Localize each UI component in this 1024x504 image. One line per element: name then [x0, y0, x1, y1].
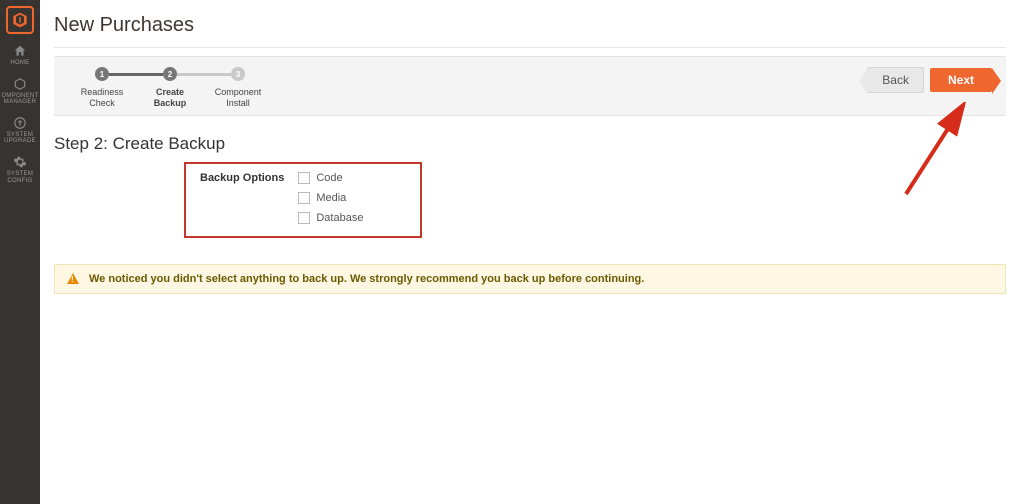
option-label: Media — [316, 192, 346, 204]
step-label: Component Install — [204, 87, 272, 109]
step-dot: 3 — [231, 67, 245, 81]
step-label: Readiness Check — [68, 87, 136, 109]
section-title: Step 2: Create Backup — [54, 134, 1006, 154]
nav-label: SYSTEM UPGRADE — [4, 132, 36, 145]
backup-options-list: Code Media Database — [298, 172, 363, 224]
checkbox-icon — [298, 212, 310, 224]
page-title: New Purchases — [54, 14, 1006, 37]
warning-banner: We noticed you didn't select anything to… — [54, 264, 1006, 294]
checkbox-icon — [298, 192, 310, 204]
divider — [54, 47, 1006, 48]
back-button[interactable]: Back — [867, 67, 924, 93]
step-label: Create Backup — [136, 87, 204, 109]
nav-home[interactable]: HOME — [10, 44, 29, 67]
backup-options-label: Backup Options — [200, 172, 284, 184]
warning-icon — [67, 273, 79, 284]
upgrade-icon — [13, 116, 27, 130]
admin-sidebar: HOME OMPONENT MANAGER SYSTEM UPGRADE SYS… — [0, 0, 40, 504]
magento-logo-icon — [12, 12, 28, 28]
backup-option-code[interactable]: Code — [298, 172, 363, 184]
step-dot: 1 — [95, 67, 109, 81]
cube-icon — [13, 77, 27, 91]
wizard-step-bar: 1 Readiness Check 2 Create Backup 3 Comp… — [54, 56, 1006, 116]
checkbox-icon — [298, 172, 310, 184]
main-content: New Purchases 1 Readiness Check 2 Create… — [40, 0, 1024, 504]
nav-label: SYSTEM CONFIG — [7, 171, 33, 184]
gear-icon — [13, 155, 27, 169]
magento-logo — [6, 6, 34, 34]
backup-option-media[interactable]: Media — [298, 192, 363, 204]
nav-component-manager[interactable]: OMPONENT MANAGER — [1, 77, 38, 106]
nav-label: HOME — [10, 60, 29, 67]
step-readiness-check: 1 Readiness Check — [68, 67, 136, 109]
next-button[interactable]: Next — [930, 68, 992, 92]
option-label: Database — [316, 212, 363, 224]
step-dot: 2 — [163, 67, 177, 81]
wizard-steps: 1 Readiness Check 2 Create Backup 3 Comp… — [68, 67, 272, 109]
backup-option-database[interactable]: Database — [298, 212, 363, 224]
nav-system-upgrade[interactable]: SYSTEM UPGRADE — [4, 116, 36, 145]
step-component-install: 3 Component Install — [204, 67, 272, 109]
home-icon — [13, 44, 27, 58]
nav-system-config[interactable]: SYSTEM CONFIG — [7, 155, 33, 184]
option-label: Code — [316, 172, 342, 184]
wizard-nav-buttons: Back Next — [867, 67, 992, 93]
warning-text: We noticed you didn't select anything to… — [89, 273, 644, 285]
backup-options-group: Backup Options Code Media Database — [184, 162, 422, 238]
nav-label: OMPONENT MANAGER — [1, 93, 38, 106]
step-create-backup: 2 Create Backup — [136, 67, 204, 109]
